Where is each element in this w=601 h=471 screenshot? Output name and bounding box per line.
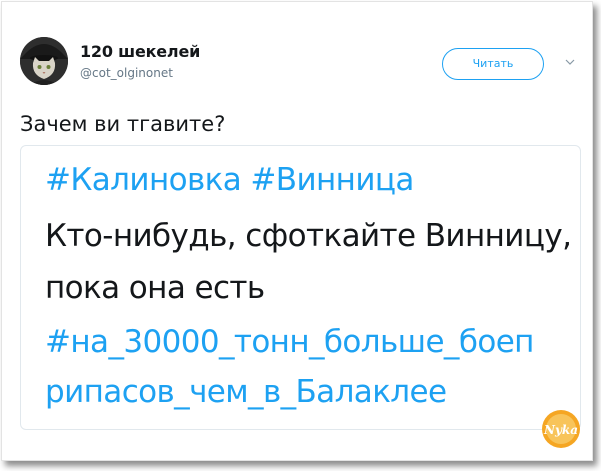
svg-text:Nyka: Nyka: [543, 423, 578, 437]
tweet-text: Зачем ви тгавите?: [20, 112, 226, 136]
author-handle[interactable]: @cot_olginonet: [80, 66, 173, 80]
quoted-tweet-card[interactable]: #Калиновка #Винница Кто-нибудь, сфоткайт…: [20, 145, 581, 430]
avatar[interactable]: [20, 37, 68, 85]
tweet-card: 120 шекелей @cot_olginonet Читать Зачем …: [1, 1, 593, 461]
follow-button[interactable]: Читать: [442, 48, 544, 80]
author-name[interactable]: 120 шекелей: [80, 42, 200, 61]
quoted-text-line-2: пока она есть: [45, 270, 265, 306]
cat-avatar-icon: [20, 37, 68, 85]
quoted-text-line-1: Кто-нибудь, сфоткайте Винницу,: [45, 218, 572, 254]
nyka-watermark-logo: Nyka: [542, 410, 580, 448]
quoted-hashtag-line-1[interactable]: #на_30000_тонн_больше_боеп: [45, 324, 534, 360]
quoted-hashtags[interactable]: #Калиновка #Винница: [45, 162, 414, 198]
chevron-down-icon[interactable]: [564, 56, 576, 68]
quoted-hashtag-line-2[interactable]: рипасов_чем_в_Балаклее: [45, 374, 447, 410]
